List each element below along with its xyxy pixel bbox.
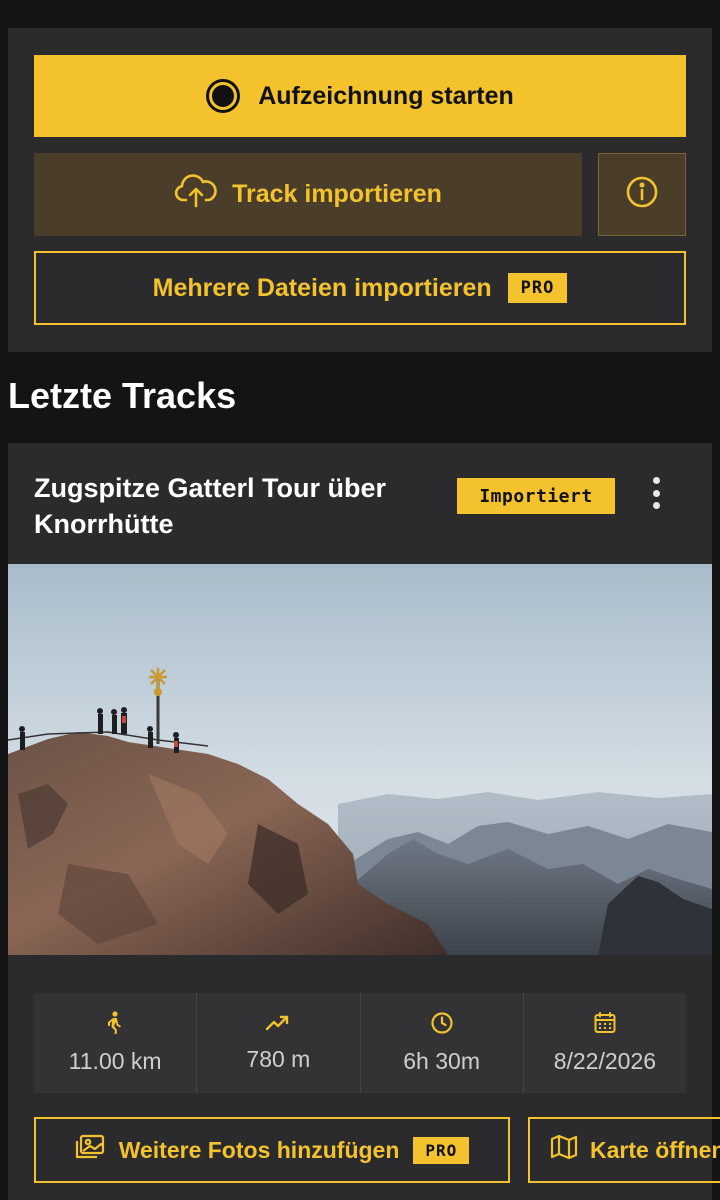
start-recording-button[interactable]: Aufzeichnung starten	[34, 55, 686, 137]
map-icon	[550, 1134, 578, 1166]
track-stats: 11.00 km 780 m 6h 30m 8/22/2026	[34, 993, 686, 1093]
date-value: 8/22/2026	[553, 1048, 657, 1074]
import-track-button[interactable]: Track importieren	[34, 153, 582, 236]
status-badge: Importiert	[457, 478, 615, 514]
calendar-icon	[593, 1011, 617, 1040]
stat-date: 8/22/2026	[524, 993, 686, 1093]
cloud-upload-icon	[174, 173, 218, 216]
duration-value: 6h 30m	[403, 1048, 480, 1074]
distance-value: 11.00 km	[68, 1048, 162, 1074]
open-map-button[interactable]: Karte öffnen	[528, 1117, 720, 1183]
import-multiple-files-button[interactable]: Mehrere Dateien importieren PRO	[34, 251, 686, 325]
record-icon	[206, 79, 241, 113]
track-card[interactable]: Zugspitze Gatterl Tour über Knorrhütte I…	[8, 443, 720, 1200]
open-map-label: Karte öffnen	[590, 1136, 720, 1163]
add-photos-button[interactable]: Weitere Fotos hinzufügen PRO	[34, 1117, 510, 1183]
clock-icon	[430, 1011, 454, 1040]
trending-up-icon	[265, 1013, 291, 1038]
more-vertical-icon[interactable]	[644, 475, 668, 511]
add-photos-label: Weitere Fotos hinzufügen	[118, 1136, 400, 1163]
hiking-icon	[104, 1011, 126, 1040]
image-icon	[75, 1134, 105, 1166]
recent-tracks-heading: Letzte Tracks	[8, 375, 237, 416]
stat-duration: 6h 30m	[361, 993, 524, 1093]
import-info-button[interactable]	[598, 153, 686, 236]
track-title: Zugspitze Gatterl Tour über Knorrhütte	[34, 473, 387, 539]
elevation-value: 780 m	[246, 1046, 311, 1072]
track-actions-card: Aufzeichnung starten Track importieren M…	[8, 28, 712, 352]
pro-badge: PRO	[413, 1136, 470, 1164]
start-recording-label: Aufzeichnung starten	[258, 81, 514, 110]
track-photo[interactable]	[8, 564, 712, 955]
pro-badge: PRO	[507, 273, 568, 303]
stat-elevation: 780 m	[197, 993, 361, 1093]
import-track-label: Track importieren	[232, 180, 442, 208]
info-icon	[625, 175, 659, 214]
import-multiple-files-label: Mehrere Dateien importieren	[152, 273, 492, 302]
stat-distance: 11.00 km	[34, 993, 198, 1093]
